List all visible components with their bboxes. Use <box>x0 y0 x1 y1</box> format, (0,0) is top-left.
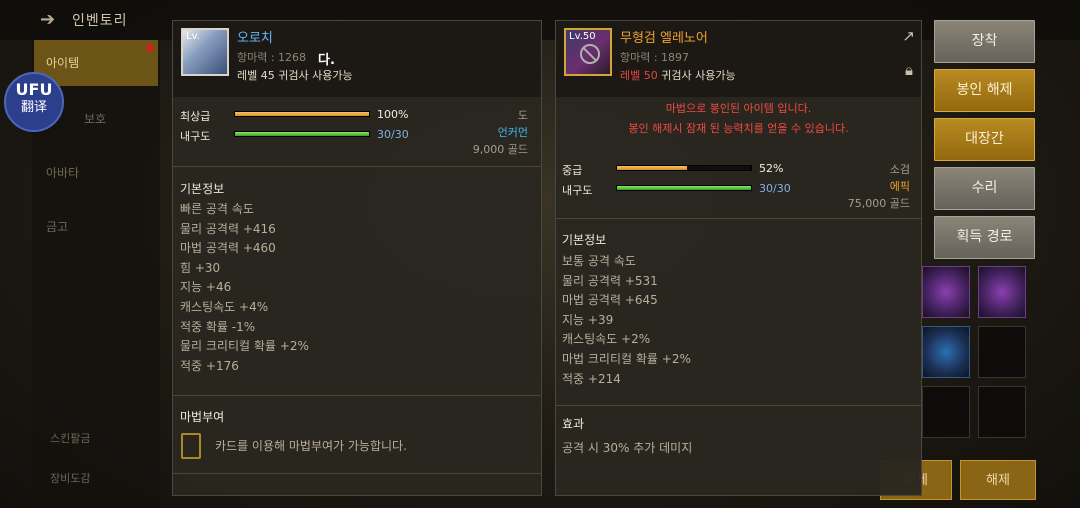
grade-bar <box>616 165 752 171</box>
durability-bar <box>234 131 370 137</box>
share-icon[interactable]: ↗ <box>902 27 915 45</box>
equip-button[interactable]: 장착 <box>934 20 1035 63</box>
repair-button[interactable]: 수리 <box>934 167 1035 210</box>
stat-line: 적중 확률 -1% <box>180 319 256 334</box>
sword-icon: Lv. <box>181 28 229 76</box>
durability-value: 30/30 <box>759 182 791 195</box>
stat-line: 마법 공격력 +645 <box>562 293 658 308</box>
grade-label: 최상급 <box>180 110 211 123</box>
sealed-sword-icon: Lv.50 <box>564 28 612 76</box>
item-requirement: 레벨 45 귀검사 사용가능 <box>237 69 353 82</box>
compare-item-panel: Lv.50 무형검 엘레노어 항마력 : 1897 레벨 50 귀검사 사용가능… <box>555 20 922 496</box>
seal-icon <box>580 44 600 64</box>
durability-label: 내구도 <box>180 130 211 143</box>
translate-logo: UFU <box>15 80 53 99</box>
grade-bar <box>234 111 370 117</box>
item-level-badge: Lv.50 <box>569 31 596 42</box>
effect-text: 공격 시 30% 추가 데미지 <box>562 441 693 455</box>
item-price: 75,000 골드 <box>847 197 910 210</box>
enchant-text: 카드를 이용해 마법부여가 가능합니다. <box>215 439 407 453</box>
grade-value: 52% <box>759 162 784 175</box>
seal-warning-1: 마법으로 봉인된 아이템 입니다. <box>665 102 812 115</box>
inventory-slot[interactable] <box>978 326 1026 378</box>
stat-line: 지능 +39 <box>562 312 614 327</box>
durability-bar-fill <box>617 186 751 190</box>
durability-bar-fill <box>235 132 369 136</box>
codex-link[interactable]: 장비도감 <box>50 470 90 486</box>
item-type: 도 <box>517 109 528 122</box>
tab-avatar[interactable]: 아바타 <box>34 150 158 196</box>
notification-dot <box>146 44 154 52</box>
divider <box>556 405 921 406</box>
durability-label: 내구도 <box>562 184 593 197</box>
grade-label: 중급 <box>562 164 583 177</box>
item-defense: 항마력 : 1268 <box>237 51 307 64</box>
enchant-title: 마법부여 <box>180 410 225 424</box>
durability-bar <box>616 185 752 191</box>
basic-info-title: 기본정보 <box>562 233 607 247</box>
basic-stats-list: 빠른 공격 속도물리 공격력 +416 마법 공격력 +460 힘 +30 지능 +4… <box>180 200 309 376</box>
overlay-text: 다. <box>318 53 335 68</box>
translate-label: 翻译 <box>20 100 47 115</box>
item-type: 소검 <box>889 163 910 176</box>
stat-line: 캐스팅속도 +4% <box>180 299 269 314</box>
inventory-slot[interactable] <box>922 266 970 318</box>
requirement-class: 귀검사 사용가능 <box>657 69 736 82</box>
back-arrow-icon[interactable]: ➔ <box>40 9 55 30</box>
divider <box>556 218 921 219</box>
stat-line: 마법 공격력 +460 <box>180 241 276 256</box>
equipped-item-panel: Lv. 오로치 항마력 : 1268 다. 레벨 45 귀검사 사용가능 최상급… <box>172 20 542 496</box>
card-slot-icon[interactable] <box>181 433 201 459</box>
inventory-slot[interactable] <box>922 326 970 378</box>
durability-value: 30/30 <box>377 128 409 141</box>
basic-stats-list: 보통 공격 속도물리 공격력 +531 마법 공격력 +645 지능 +39 캐스팅속… <box>562 252 691 389</box>
item-defense: 항마력 : 1897 <box>620 51 690 64</box>
acquire-route-button[interactable]: 획득 경로 <box>934 216 1035 259</box>
skin-link[interactable]: 스킨팔금 <box>50 430 90 446</box>
item-rarity: 언커먼 <box>497 126 528 139</box>
stat-line: 지능 +46 <box>180 280 232 295</box>
stat-line: 보통 공격 속도 <box>562 254 636 268</box>
basic-info-title: 기본정보 <box>180 182 225 196</box>
item-name: 오로치 <box>237 31 273 46</box>
divider <box>173 473 541 474</box>
inventory-slot[interactable] <box>978 266 1026 318</box>
item-name: 무형검 엘레노어 <box>620 31 708 46</box>
stat-line: 적중 +214 <box>562 371 621 386</box>
tab-vault[interactable]: 금고 <box>34 204 158 250</box>
item-level-badge: Lv. <box>186 31 200 42</box>
divider <box>173 395 541 396</box>
stat-line: 물리 공격력 +531 <box>562 273 658 288</box>
unseal-button[interactable]: 봉인 해제 <box>934 69 1035 112</box>
release-button-2[interactable]: 해제 <box>960 460 1036 500</box>
stat-line: 빠른 공격 속도 <box>180 202 254 216</box>
forge-button[interactable]: 대장간 <box>934 118 1035 161</box>
stat-line: 물리 공격력 +416 <box>180 221 276 236</box>
grade-bar-fill <box>235 112 369 116</box>
requirement-level: 레벨 50 <box>620 69 658 82</box>
inventory-slot[interactable] <box>978 386 1026 438</box>
stat-line: 마법 크리티컬 확률 +2% <box>562 351 691 366</box>
stat-line: 힘 +30 <box>180 260 221 275</box>
grade-value: 100% <box>377 108 409 121</box>
lock-icon[interactable]: 🔒︎ <box>905 61 913 79</box>
stat-line: 물리 크리티컬 확률 +2% <box>180 339 309 354</box>
stat-line: 캐스팅속도 +2% <box>562 332 651 347</box>
translate-button[interactable]: UFU 翻译 <box>4 72 64 132</box>
divider <box>173 166 541 167</box>
grade-bar-fill <box>617 166 687 170</box>
item-requirement: 레벨 50 귀검사 사용가능 <box>620 67 736 83</box>
item-rarity: 에픽 <box>889 180 910 193</box>
item-price: 9,000 골드 <box>472 143 528 156</box>
effect-title: 효과 <box>562 417 585 431</box>
stat-line: 적중 +176 <box>180 358 239 373</box>
inventory-title: 인벤토리 <box>72 13 128 29</box>
inventory-slot[interactable] <box>922 386 970 438</box>
seal-warning-2: 봉인 해제시 잠재 된 능력치를 얻을 수 있습니다. <box>628 122 849 135</box>
